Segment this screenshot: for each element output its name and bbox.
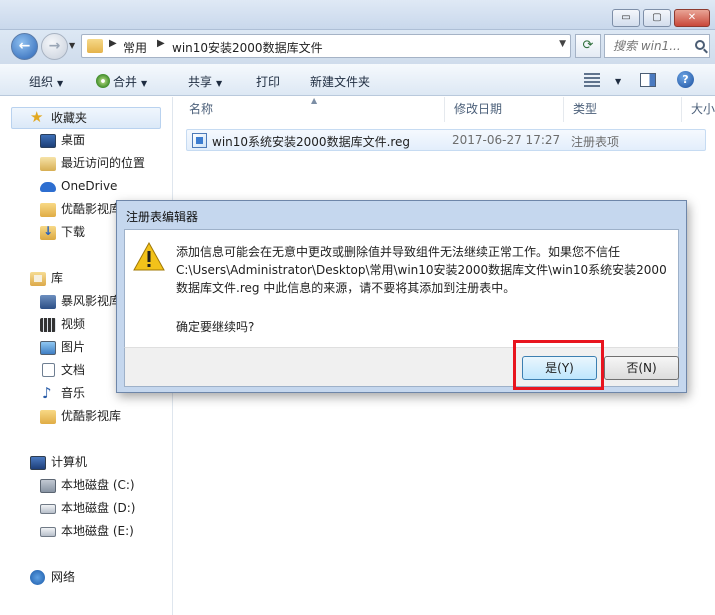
maximize-button[interactable]: ▢ <box>643 9 671 27</box>
sidebar-item-downloads[interactable]: 下载 <box>61 222 85 242</box>
share-label: 共享 <box>188 75 213 89</box>
window-titlebar: ▭ ▢ ✕ <box>0 0 715 30</box>
dialog-title: 注册表编辑器 <box>126 210 199 224</box>
column-header-name[interactable]: 名称 <box>180 97 445 122</box>
highlight-box <box>513 340 604 390</box>
organize-label: 组织 <box>29 75 54 89</box>
arrow-right-icon: → <box>48 38 61 54</box>
close-button[interactable]: ✕ <box>674 9 710 27</box>
address-bar[interactable]: ▶ 常用 ▶ win10安装2000数据库文件 ▼ <box>81 34 571 58</box>
video-library-icon <box>40 295 56 309</box>
warning-icon <box>133 242 165 271</box>
file-name: win10系统安装2000数据库文件.reg <box>212 135 411 149</box>
download-icon <box>40 224 56 240</box>
hard-drive-icon <box>40 504 56 514</box>
sidebar-item-desktop[interactable]: 桌面 <box>61 130 85 150</box>
chevron-down-icon: ▼ <box>141 79 148 88</box>
history-dropdown-icon[interactable]: ▼ <box>69 41 75 50</box>
organize-button[interactable]: 组织 ▼ <box>29 73 63 90</box>
folder-icon <box>87 39 103 53</box>
chevron-right-icon[interactable]: ▶ <box>157 38 165 49</box>
message-line: 数据库文件.reg 中此信息的来源，请不要将其添加到注册表中。 <box>176 281 516 295</box>
share-button[interactable]: 共享 ▼ <box>188 73 222 90</box>
sidebar-computer[interactable]: 计算机 <box>51 452 87 472</box>
minimize-button[interactable]: ▭ <box>612 9 640 27</box>
command-bar: 组织 ▼ 合并 ▼ 共享 ▼ 打印 新建文件夹 ▼ ? <box>0 64 715 96</box>
sidebar-item-pictures[interactable]: 图片 <box>61 337 85 357</box>
recent-places-icon <box>40 157 56 171</box>
desktop-icon <box>40 134 56 148</box>
star-icon: ★ <box>30 108 44 126</box>
music-note-icon: ♪ <box>42 384 52 402</box>
picture-icon <box>40 341 56 355</box>
sidebar-item-drive-e[interactable]: 本地磁盘 (E:) <box>61 521 134 541</box>
sidebar-network[interactable]: 网络 <box>51 567 75 587</box>
sidebar-item-recent[interactable]: 最近访问的位置 <box>61 153 145 173</box>
file-type: 注册表项 <box>571 135 620 149</box>
column-header-date[interactable]: 修改日期 <box>445 97 564 122</box>
dialog-message: 添加信息可能会在无意中更改或删除值并导致组件无法继续正常工作。如果您不信任 C:… <box>176 243 676 297</box>
back-button[interactable]: ← <box>11 33 38 60</box>
hard-drive-icon <box>40 527 56 537</box>
view-options-icon[interactable] <box>584 73 600 87</box>
breadcrumb-item[interactable]: win10安装2000数据库文件 <box>172 39 323 56</box>
film-icon <box>40 318 56 332</box>
sidebar-item-baofeng[interactable]: 暴风影视库 <box>61 291 121 311</box>
sidebar-item-music[interactable]: 音乐 <box>61 383 85 403</box>
print-button[interactable]: 打印 <box>256 73 280 90</box>
new-folder-button[interactable]: 新建文件夹 <box>310 73 370 90</box>
breadcrumb-item[interactable]: 常用 <box>123 39 147 56</box>
folder-icon <box>40 203 56 217</box>
chevron-down-icon[interactable]: ▼ <box>559 39 566 49</box>
refresh-icon: ⟳ <box>582 38 594 53</box>
view-dropdown-icon[interactable]: ▼ <box>611 73 621 87</box>
file-date: 2017-06-27 17:27 <box>452 133 561 147</box>
sidebar-item-onedrive[interactable]: OneDrive <box>61 176 117 196</box>
sidebar-group-label: 收藏夹 <box>51 111 88 125</box>
network-icon <box>30 570 45 585</box>
computer-icon <box>30 456 46 470</box>
table-row[interactable]: win10系统安装2000数据库文件.reg 2017-06-27 17:27 … <box>186 129 706 151</box>
refresh-button[interactable]: ⟳ <box>575 34 601 58</box>
sidebar-item-documents[interactable]: 文档 <box>61 360 85 380</box>
burn-label: 合并 <box>113 75 138 89</box>
help-icon[interactable]: ? <box>677 71 694 88</box>
search-box[interactable] <box>604 34 710 58</box>
message-line: C:\Users\Administrator\Desktop\常用\win10安… <box>176 263 667 277</box>
column-header-size[interactable]: 大小 <box>682 97 715 122</box>
search-icon[interactable] <box>695 40 705 50</box>
chevron-down-icon: ▼ <box>216 79 223 88</box>
chevron-right-icon[interactable]: ▶ <box>109 38 117 49</box>
preview-pane-icon[interactable] <box>640 73 656 87</box>
message-line: 添加信息可能会在无意中更改或删除值并导致组件无法继续正常工作。如果您不信任 <box>176 245 621 259</box>
sidebar-item-videos[interactable]: 视频 <box>61 314 85 334</box>
cloud-icon <box>40 182 56 192</box>
no-button[interactable]: 否(N) <box>604 356 679 380</box>
folder-icon <box>40 410 56 424</box>
search-input[interactable] <box>613 36 693 56</box>
dialog-body: 添加信息可能会在无意中更改或删除值并导致组件无法继续正常工作。如果您不信任 C:… <box>124 229 679 347</box>
sidebar-libraries[interactable]: 库 <box>51 268 63 288</box>
chevron-down-icon: ▼ <box>615 77 622 86</box>
document-icon <box>42 363 55 377</box>
library-icon <box>30 272 46 286</box>
sidebar-item-youku-library[interactable]: 优酷影视库 <box>61 406 121 426</box>
forward-button[interactable]: → <box>41 33 68 60</box>
sidebar-item-drive-d[interactable]: 本地磁盘 (D:) <box>61 498 135 518</box>
column-header-type[interactable]: 类型 <box>564 97 682 122</box>
registry-file-icon <box>192 133 207 148</box>
sidebar-favorites[interactable]: ★ 收藏夹 <box>11 107 161 129</box>
burn-icon <box>96 74 110 88</box>
sidebar-item-youku[interactable]: 优酷影视库 <box>61 199 121 219</box>
confirm-question: 确定要继续吗? <box>176 320 255 334</box>
sidebar-item-drive-c[interactable]: 本地磁盘 (C:) <box>61 475 135 495</box>
chevron-down-icon: ▼ <box>57 79 64 88</box>
arrow-left-icon: ← <box>18 38 31 54</box>
system-drive-icon <box>40 479 56 493</box>
address-row: ← → ▼ ▶ 常用 ▶ win10安装2000数据库文件 ▼ ⟳ <box>0 30 715 64</box>
burn-button[interactable]: 合并 ▼ <box>96 73 147 90</box>
